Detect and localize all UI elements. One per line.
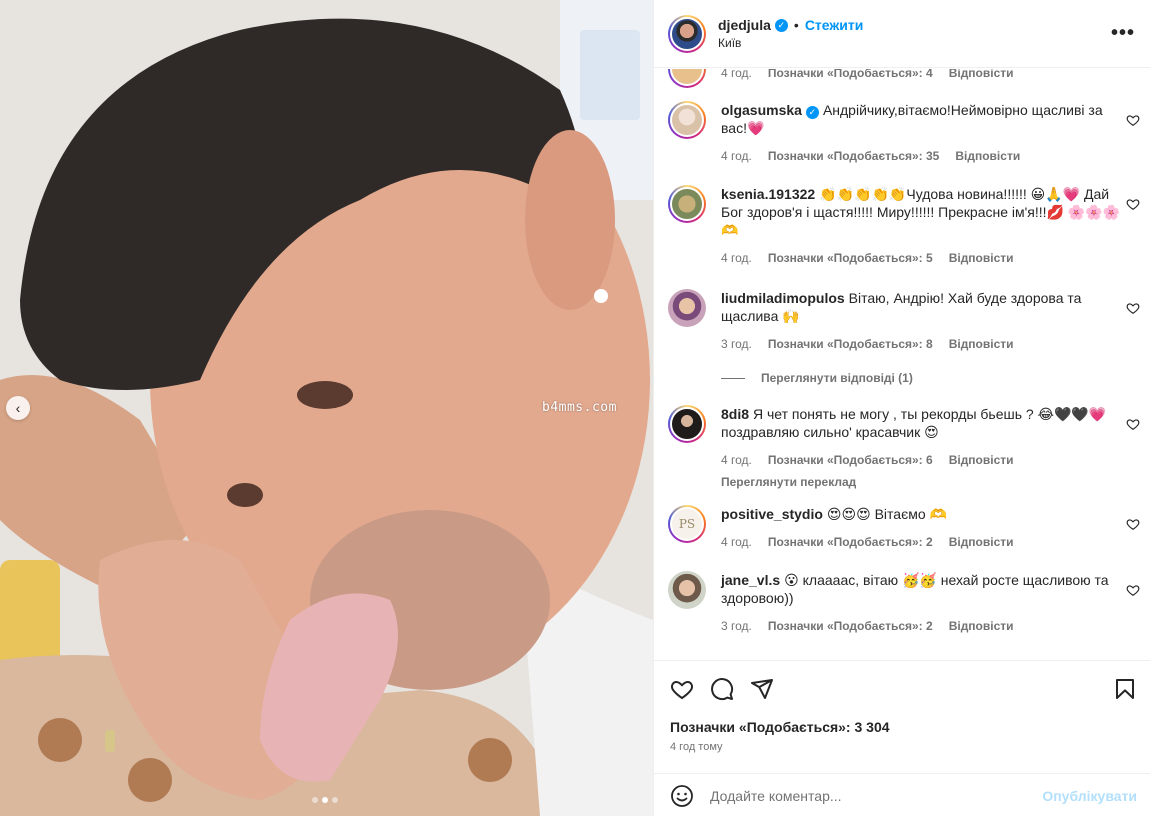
comments-list[interactable]: 4 год. Позначки «Подобається»: 4 Відпові… (654, 69, 1150, 660)
list-item: olgasumska ✓ Андрійчику,вітаємо!Неймовірно… (668, 101, 1140, 163)
like-comment-heart-icon[interactable] (1126, 517, 1140, 531)
heart-icon[interactable] (670, 677, 694, 701)
comment-likes[interactable]: Позначки «Подобається»: 2 (768, 619, 933, 633)
verified-icon: ✓ (774, 18, 788, 32)
watermark: b4mms.com (542, 400, 617, 415)
list-item: PS positive_stydio 😍😍😍 Вітаємо 🫶 4 год. П… (668, 505, 1140, 549)
post-actions: Позначки «Подобається»: 3 304 4 год тому… (654, 660, 1150, 816)
bookmark-icon[interactable] (1113, 677, 1137, 701)
comment-username[interactable]: olgasumska (721, 102, 802, 118)
see-translation-link[interactable]: Переглянути переклад (721, 475, 1138, 489)
comment-username[interactable]: ksenia.191322 (721, 186, 815, 202)
carousel-dot (332, 797, 338, 803)
comment-avatar[interactable] (668, 69, 706, 88)
comment-text: Я чет понять не могу , ты рекорды бьешь … (721, 406, 1107, 440)
verified-icon: ✓ (805, 105, 819, 119)
comment-text: 😍😍😍 Вітаємо 🫶 (826, 506, 947, 522)
comment-avatar[interactable] (668, 405, 706, 443)
list-item: 8di8 Я чет понять не могу , ты рекорды бь… (668, 405, 1140, 489)
likes-total[interactable]: Позначки «Подобається»: 3 304 (670, 719, 890, 735)
list-item: 4 год. Позначки «Подобається»: 4 Відпові… (668, 69, 1138, 88)
post-time: 4 год тому (670, 741, 723, 753)
post-photo: ‹ b4mms.com (0, 0, 653, 816)
author-username[interactable]: djedjula (718, 17, 771, 33)
like-comment-heart-icon[interactable] (1126, 113, 1140, 127)
share-icon[interactable] (750, 677, 774, 701)
view-replies-line (721, 377, 745, 379)
post-side-panel: djedjula ✓ • Стежити Київ ••• 4 год. Поз… (653, 0, 1150, 816)
reply-button[interactable]: Відповісти (949, 337, 1014, 351)
comment-username[interactable]: jane_vl.s (721, 572, 780, 588)
like-comment-heart-icon[interactable] (1126, 583, 1140, 597)
comment-avatar[interactable] (668, 571, 706, 609)
reply-button[interactable]: Відповісти (949, 535, 1014, 549)
like-comment-heart-icon[interactable] (1126, 301, 1140, 315)
comment-time: 4 год. (721, 535, 752, 549)
list-item: jane_vl.s 😮 клаааас, вітаю 🥳🥳 нехай росте… (668, 571, 1140, 633)
comment-time: 3 год. (721, 619, 752, 633)
reply-button[interactable]: Відповісти (949, 619, 1014, 633)
carousel-prev-button[interactable]: ‹ (6, 396, 30, 420)
comment-username[interactable]: 8di8 (721, 406, 749, 422)
comment-form: Опублікувати (654, 773, 1150, 816)
comment-input[interactable] (710, 787, 1030, 804)
more-icon[interactable]: ••• (1111, 22, 1135, 45)
reply-button[interactable]: Відповісти (949, 453, 1014, 467)
comment-avatar[interactable]: PS (668, 505, 706, 543)
like-comment-heart-icon[interactable] (1126, 417, 1140, 431)
list-item: liudmiladimopulos Вітаю, Андрію! Хай буде… (668, 289, 1140, 351)
comment-likes[interactable]: Позначки «Подобається»: 5 (768, 251, 933, 265)
comment-likes[interactable]: Позначки «Подобається»: 35 (768, 149, 939, 163)
post-comment-button[interactable]: Опублікувати (1042, 788, 1137, 804)
comment-icon[interactable] (710, 677, 734, 701)
follow-button[interactable]: Стежити (805, 17, 864, 33)
post-header: djedjula ✓ • Стежити Київ ••• (654, 0, 1150, 68)
view-replies-label: Переглянути відповіді (1) (761, 371, 913, 385)
like-comment-heart-icon[interactable] (1126, 197, 1140, 211)
comment-avatar[interactable] (668, 289, 706, 327)
comment-avatar[interactable] (668, 101, 706, 139)
comment-time: 4 год. (721, 453, 752, 467)
comment-time: 4 год. (721, 149, 752, 163)
comment-avatar[interactable] (668, 185, 706, 223)
comment-time: 3 год. (721, 337, 752, 351)
separator-dot: • (793, 17, 799, 33)
carousel-dot (312, 797, 318, 803)
reply-button[interactable]: Відповісти (955, 149, 1020, 163)
comment-username[interactable]: positive_stydio (721, 506, 823, 522)
emoji-icon[interactable] (670, 784, 694, 808)
reply-button[interactable]: Відповісти (949, 251, 1014, 265)
comment-username[interactable]: liudmiladimopulos (721, 290, 845, 306)
view-replies-button[interactable]: Переглянути відповіді (1) (721, 371, 913, 385)
list-item: ksenia.191322 👏👏👏👏👏Чудова новина!!!!!! 😀🙏… (668, 185, 1140, 265)
carousel-dot-active (322, 797, 328, 803)
comment-likes[interactable]: Позначки «Подобається»: 2 (768, 535, 933, 549)
reply-button[interactable]: Відповісти (949, 69, 1014, 80)
comment-likes[interactable]: Позначки «Подобається»: 4 (768, 69, 933, 80)
comment-time: 4 год. (721, 251, 752, 265)
carousel-dots (312, 797, 338, 803)
comment-likes[interactable]: Позначки «Подобається»: 6 (768, 453, 933, 467)
post-location[interactable]: Київ (718, 36, 863, 50)
comment-likes[interactable]: Позначки «Подобається»: 8 (768, 337, 933, 351)
author-avatar[interactable] (668, 14, 706, 53)
comment-time: 4 год. (721, 69, 752, 80)
